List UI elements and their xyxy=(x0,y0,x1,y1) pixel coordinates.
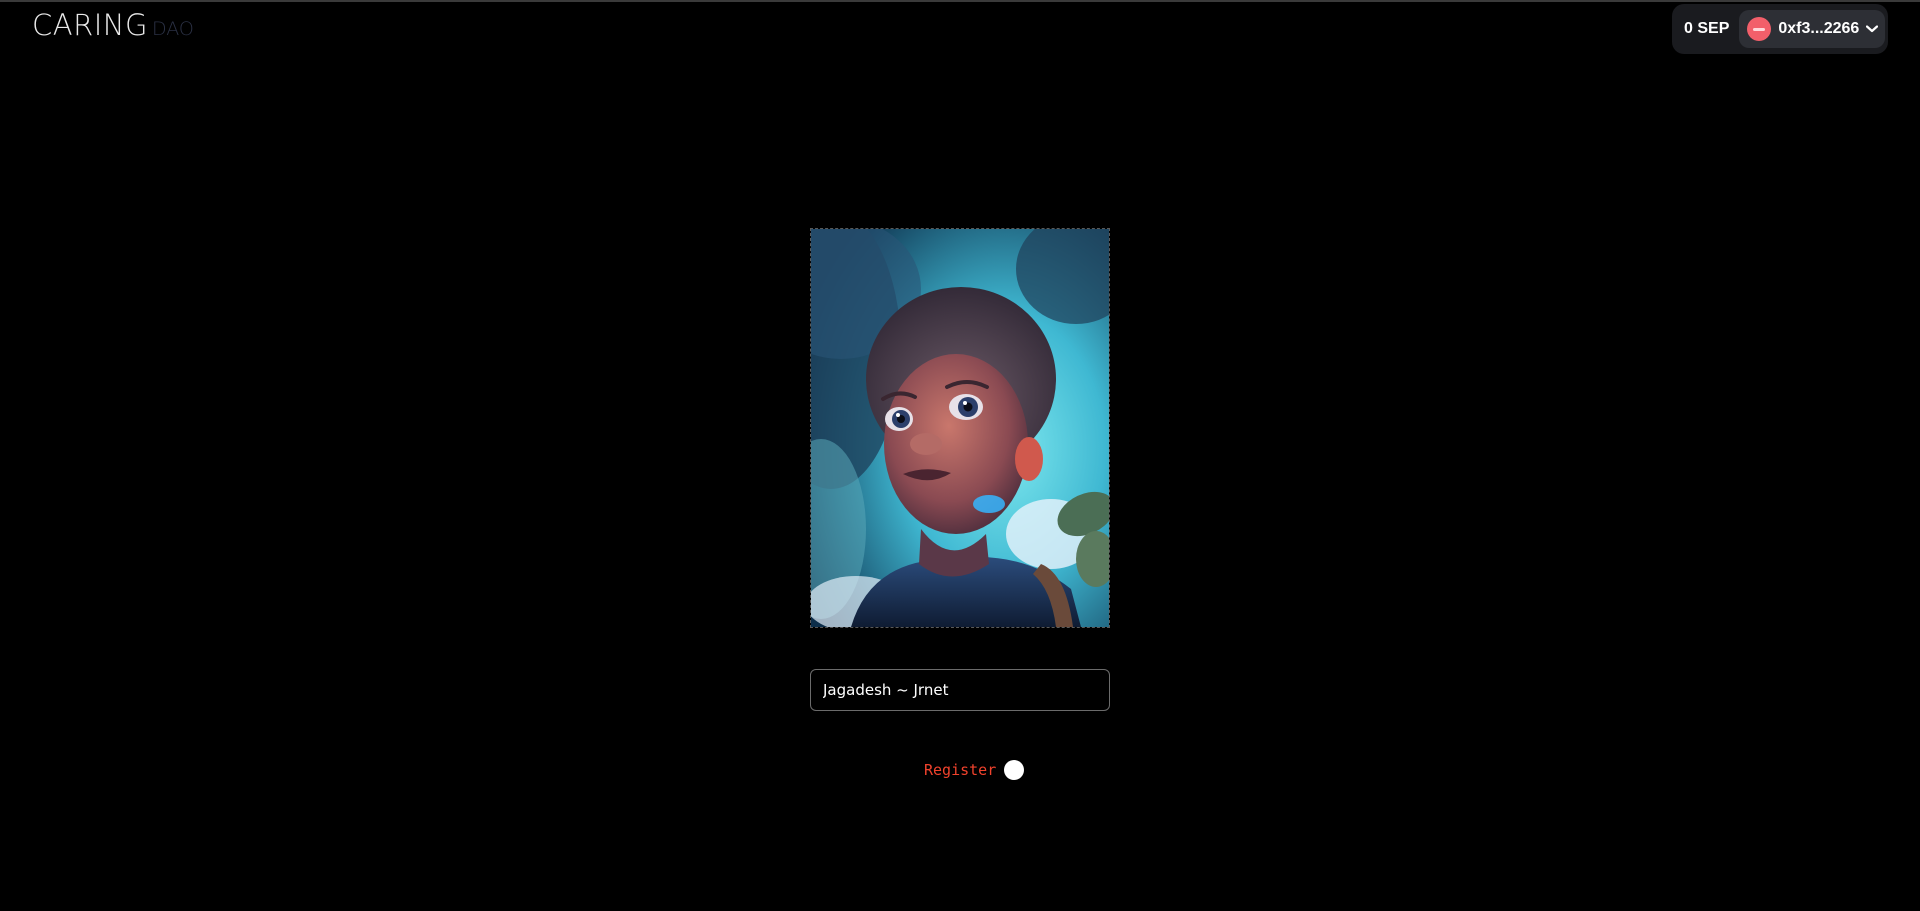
status-indicator-icon xyxy=(1004,760,1025,780)
name-input[interactable] xyxy=(810,669,1110,711)
top-border-line xyxy=(0,0,1920,2)
logo-main-text: CARING xyxy=(32,8,148,42)
chevron-down-icon xyxy=(1865,22,1879,36)
wallet-balance[interactable]: 0 SEP xyxy=(1684,20,1729,38)
wallet-avatar-icon xyxy=(1747,17,1772,41)
site-logo[interactable]: CARING DAO xyxy=(32,8,194,42)
logo-sub-text: DAO xyxy=(151,18,194,40)
wallet-address: 0xf3...2266 xyxy=(1778,20,1860,37)
account-button[interactable]: 0xf3...2266 xyxy=(1739,10,1886,48)
profile-image-upload[interactable] xyxy=(810,228,1110,628)
wallet-widget: 0 SEP 0xf3...2266 xyxy=(1672,4,1888,54)
profile-portrait-image xyxy=(811,229,1109,627)
register-button[interactable]: Register xyxy=(924,761,996,779)
register-row: Register xyxy=(924,760,1025,780)
